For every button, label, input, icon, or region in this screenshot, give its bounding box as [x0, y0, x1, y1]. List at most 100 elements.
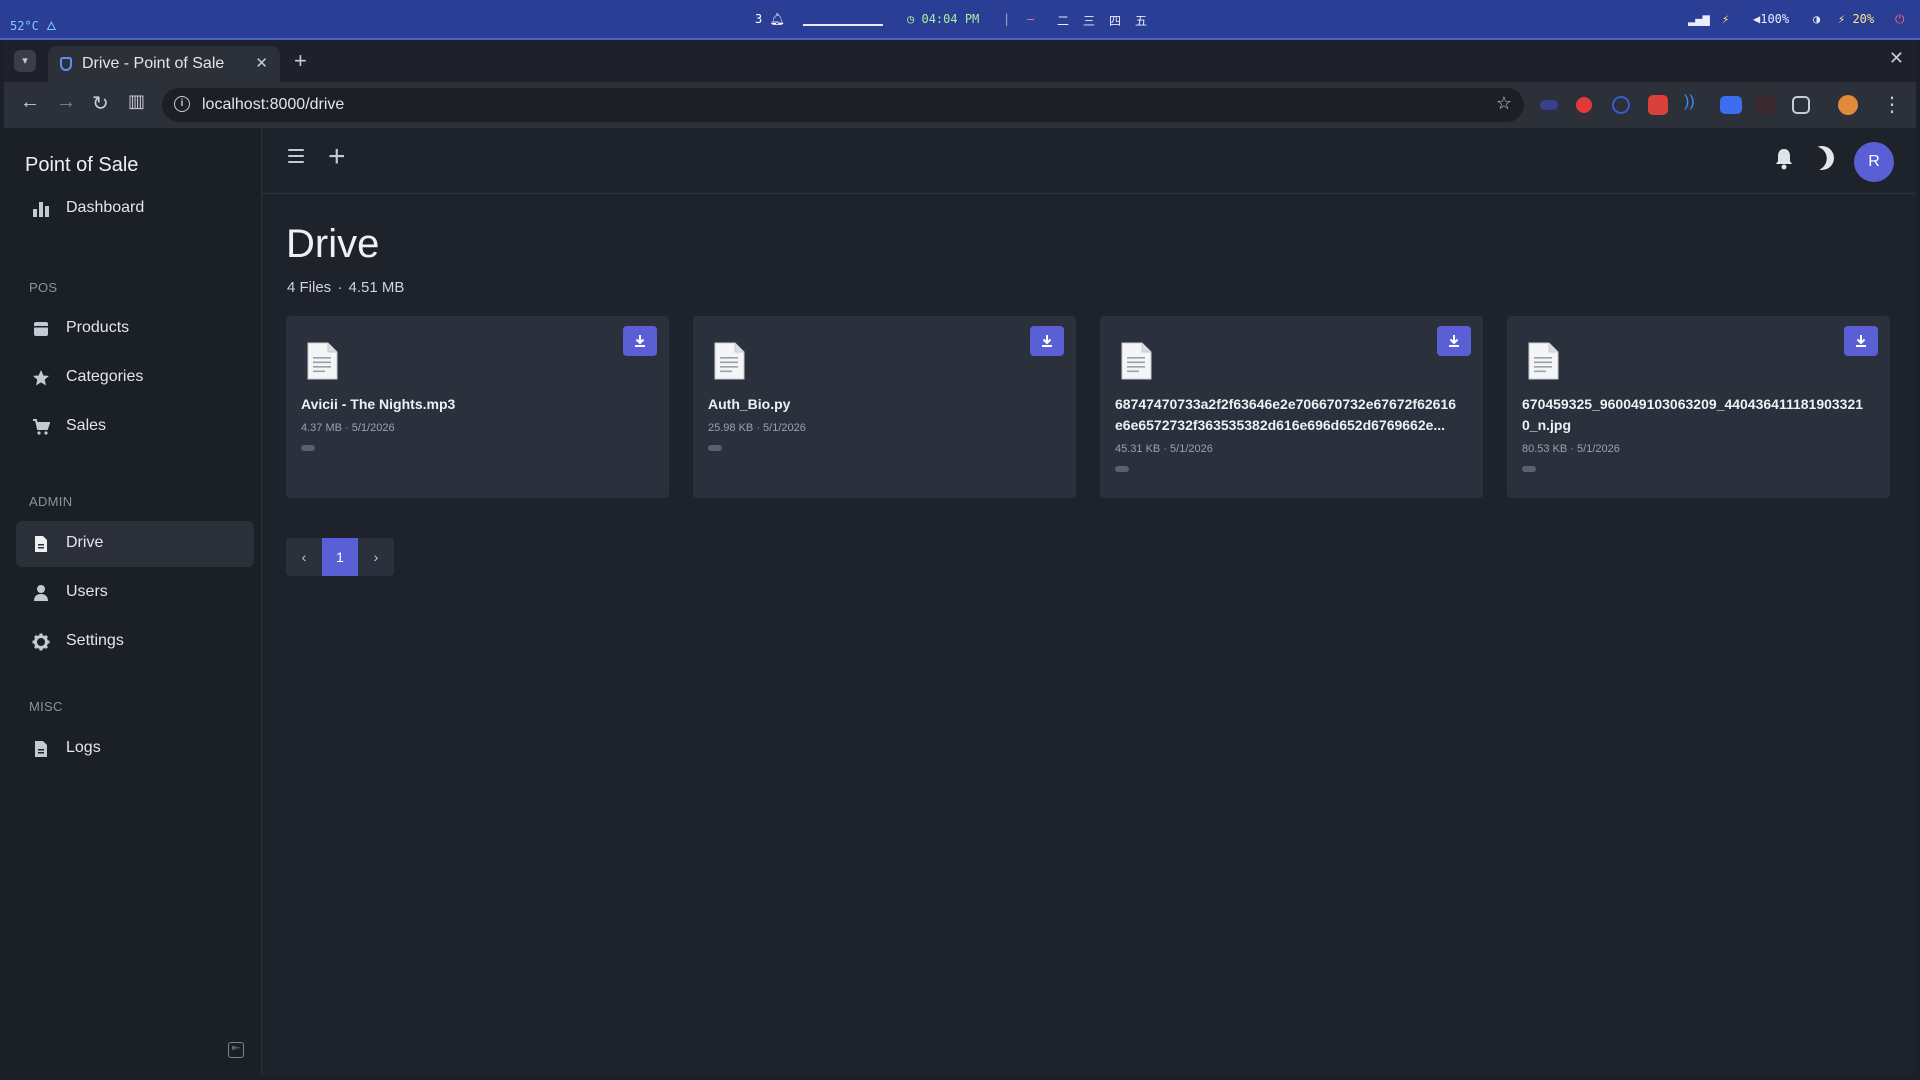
puzzle-icon[interactable]	[1792, 96, 1810, 114]
back-arrow-icon[interactable]: ←	[20, 91, 40, 114]
os-status-bar: 52°C 🜂 3 🔔︎ ◷ 04:04 PM | — 二 三 四 五 ▂▄▆ ⚡…	[0, 0, 1920, 40]
layout-icon-1[interactable]: —	[1027, 12, 1034, 26]
close-icon[interactable]: ✕	[255, 54, 268, 72]
extension-4-icon[interactable]	[1648, 95, 1668, 115]
sidebar-item-products[interactable]: Products	[16, 306, 254, 352]
app-topbar: + R	[262, 128, 1916, 194]
site-info-icon[interactable]: i	[174, 96, 190, 112]
extension-7-icon[interactable]	[1756, 95, 1776, 115]
file-card[interactable]: Auth_Bio.py 25.98 KB · 5/1/2026	[693, 316, 1076, 498]
cpu-temperature: 52°C 🜂	[10, 19, 57, 33]
sidebar-item-label: Drive	[66, 534, 104, 551]
window-close-icon[interactable]: ✕	[1889, 48, 1904, 69]
bolt-icon: ⚡	[1722, 12, 1730, 26]
signal-icon[interactable]: ▂▄▆	[1688, 12, 1710, 26]
tab-title: Drive - Point of Sale	[82, 55, 225, 72]
download-button[interactable]	[1030, 326, 1064, 356]
file-icon	[306, 342, 338, 380]
file-name: Auth_Bio.py	[708, 396, 791, 412]
workspace-indicator[interactable]	[803, 12, 883, 26]
cart-icon	[32, 418, 51, 436]
sidebar-item-dashboard[interactable]: Dashboard	[16, 186, 254, 232]
download-button[interactable]	[623, 326, 657, 356]
sidebar-item-label: Logs	[66, 739, 101, 756]
bell-icon[interactable]	[1774, 148, 1794, 170]
file-card[interactable]: Avicii - The Nights.mp3 4.37 MB · 5/1/20…	[286, 316, 669, 498]
page-title: Drive	[286, 222, 380, 266]
browser-tab-drive[interactable]: Drive - Point of Sale ✕	[48, 46, 280, 82]
file-tag-pill	[301, 445, 315, 451]
chevron-down-icon: ▾	[22, 55, 28, 67]
extension-3-icon[interactable]	[1612, 96, 1630, 114]
extension-5-icon[interactable]: ))	[1684, 93, 1704, 113]
tab-search-button[interactable]: ▾	[14, 50, 36, 72]
total-size: 4.51 MB	[348, 279, 405, 296]
download-button[interactable]	[1844, 326, 1878, 356]
sidebar-item-settings[interactable]: Settings	[16, 619, 254, 665]
star-icon	[32, 369, 50, 387]
extension-1-icon[interactable]	[1540, 100, 1558, 110]
user-avatar[interactable]: R	[1854, 142, 1894, 182]
section-header-admin: ADMIN	[29, 494, 73, 509]
gear-icon	[32, 633, 50, 651]
layout-icon-5[interactable]: 五	[1135, 12, 1147, 29]
browser-menu-icon[interactable]: ⋮	[1882, 92, 1902, 117]
reload-icon[interactable]: ↻	[92, 91, 109, 116]
box-icon	[32, 320, 50, 338]
contrast-icon[interactable]: ◑	[1813, 12, 1820, 26]
adblock-extension-icon[interactable]	[1576, 97, 1592, 113]
layout-icon-2[interactable]: 二	[1057, 12, 1069, 29]
file-meta: 4.37 MB · 5/1/2026	[301, 422, 395, 434]
file-tag-pill	[1522, 466, 1536, 472]
address-bar[interactable]: i localhost:8000/drive ☆	[162, 88, 1524, 122]
file-card[interactable]: 670459325_960049103063209_44043641118190…	[1507, 316, 1890, 498]
dark-mode-toggle-icon[interactable]	[1807, 143, 1838, 174]
url-text[interactable]: localhost:8000/drive	[202, 96, 344, 114]
shield-icon	[60, 57, 72, 71]
section-header-pos: POS	[29, 280, 58, 295]
sidebar-item-logs[interactable]: Logs	[16, 726, 254, 772]
extension-6-icon[interactable]	[1720, 96, 1742, 114]
pagination-page-1[interactable]: 1	[322, 538, 358, 576]
app-root: Point of Sale Dashboard POS Products Cat…	[4, 128, 1916, 1074]
main-content: + R Drive 4 Files · 4.51 MB Avicii - The…	[262, 128, 1916, 1074]
sidebar-item-label: Products	[66, 319, 130, 336]
hamburger-menu-icon[interactable]	[288, 149, 304, 167]
profile-icon[interactable]	[1838, 95, 1858, 115]
drive-summary: 4 Files · 4.51 MB	[287, 279, 405, 296]
files-count: 4 Files	[287, 279, 332, 296]
pagination-prev-button[interactable]: ‹	[286, 538, 322, 576]
sidebar-item-drive[interactable]: Drive	[16, 521, 254, 567]
power-icon[interactable]: ⏻	[1895, 12, 1905, 27]
add-button[interactable]: +	[328, 140, 346, 174]
sidebar-item-sales[interactable]: Sales	[16, 404, 254, 450]
file-name: Avicii - The Nights.mp3	[301, 396, 456, 412]
sidebar-item-users[interactable]: Users	[16, 570, 254, 616]
file-card[interactable]: 68747470733a2f2f63646e2e706670732e67672f…	[1100, 316, 1483, 498]
battery-indicator: ⚡ 20%	[1838, 12, 1875, 26]
layout-icon-3[interactable]: 三	[1083, 12, 1095, 29]
file-meta: 25.98 KB · 5/1/2026	[708, 422, 806, 434]
file-tag-pill	[1115, 466, 1129, 472]
bell-icon: 🔔︎	[769, 12, 785, 26]
app-brand[interactable]: Point of Sale	[25, 154, 138, 177]
volume-indicator[interactable]: ◀100%	[1753, 12, 1789, 26]
collapse-sidebar-button[interactable]: ⇤	[228, 1042, 244, 1058]
browser-toolbar: ← → ↻ ▥ i localhost:8000/drive ☆ )) ⋮	[4, 82, 1916, 128]
split-view-icon[interactable]: ▥	[128, 91, 145, 112]
layout-icon-4[interactable]: 四	[1109, 12, 1121, 29]
chevron-right-icon: ›	[373, 549, 379, 565]
pagination-next-button[interactable]: ›	[358, 538, 394, 576]
sidebar: Point of Sale Dashboard POS Products Cat…	[4, 128, 262, 1074]
sidebar-item-label: Settings	[66, 632, 124, 649]
forward-arrow-icon[interactable]: →	[56, 91, 76, 114]
bar-chart-icon	[32, 200, 50, 218]
flame-icon: 🜂	[46, 19, 57, 33]
bookmark-star-icon[interactable]: ☆	[1496, 93, 1512, 114]
download-button[interactable]	[1437, 326, 1471, 356]
sidebar-item-categories[interactable]: Categories	[16, 355, 254, 401]
notification-count[interactable]: 3 🔔︎	[755, 12, 785, 26]
download-icon	[1042, 335, 1052, 347]
new-tab-button[interactable]: +	[294, 48, 307, 74]
file-name: 670459325_960049103063209_44043641118190…	[1522, 396, 1864, 433]
